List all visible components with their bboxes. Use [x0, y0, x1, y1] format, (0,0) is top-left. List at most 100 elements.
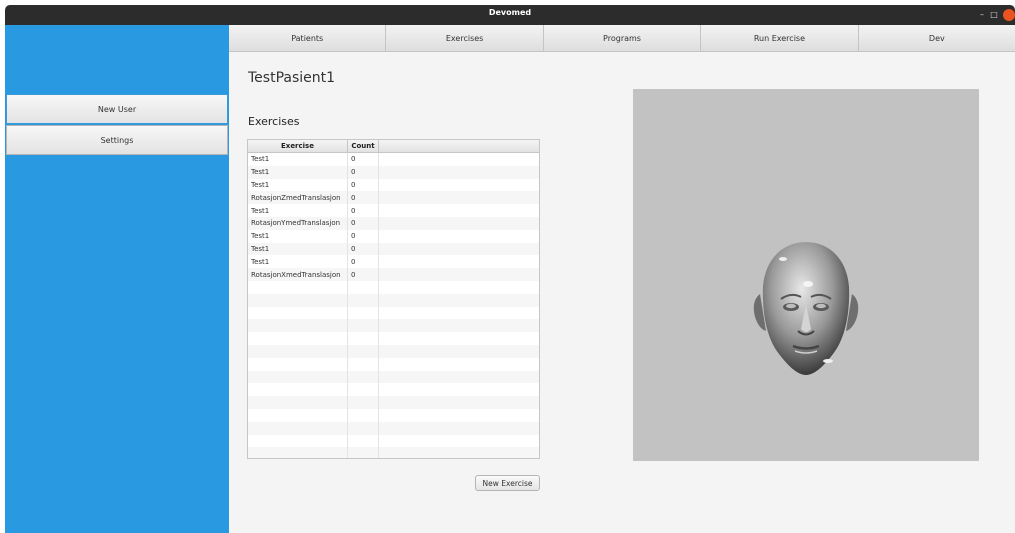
- count-cell: [348, 408, 379, 422]
- exercise-cell: [248, 306, 348, 320]
- exercise-cell: RotasjonYmedTranslasjon: [248, 216, 348, 230]
- table-row[interactable]: RotasjonYmedTranslasjon 0: [248, 216, 539, 230]
- table-row[interactable]: RotasjonZmedTranslasjon 0: [248, 191, 539, 205]
- count-cell: [348, 434, 379, 448]
- table-row[interactable]: [248, 447, 539, 458]
- maximize-icon[interactable]: □: [988, 9, 1000, 21]
- count-cell: 0: [348, 178, 379, 192]
- main-nav: Patients Exercises Programs Run Exercise…: [229, 25, 1015, 52]
- table-row[interactable]: Test1 0: [248, 165, 539, 179]
- head-model-icon: [753, 242, 859, 375]
- filler-cell: [379, 396, 539, 409]
- filler-cell: [379, 230, 539, 243]
- count-cell: 0: [348, 255, 379, 269]
- exercise-cell: Test1: [248, 242, 348, 256]
- table-row[interactable]: [248, 421, 539, 435]
- exercise-cell: Test1: [248, 178, 348, 192]
- exercise-cell: [248, 332, 348, 345]
- tab-patients[interactable]: Patients: [229, 25, 387, 51]
- count-cell: [348, 383, 379, 397]
- exercise-cell: [248, 319, 348, 333]
- new-exercise-button[interactable]: New Exercise: [475, 475, 540, 491]
- exercise-cell: [248, 293, 348, 307]
- filler-cell: [379, 307, 539, 320]
- table-row[interactable]: [248, 396, 539, 409]
- tab-run-exercise[interactable]: Run Exercise: [701, 25, 859, 51]
- filler-cell: [379, 153, 539, 166]
- exercises-table[interactable]: Exercise Count Test1 0 Test1 0 Test1 0 Rotasjo…: [247, 139, 540, 459]
- count-cell: [348, 306, 379, 320]
- filler-cell: [379, 281, 539, 294]
- window-title: Devomed: [488, 8, 532, 17]
- filler-cell: [379, 268, 539, 281]
- count-cell: [348, 280, 379, 294]
- exercise-cell: RotasjonXmedTranslasjon: [248, 268, 348, 281]
- count-cell: [348, 344, 379, 358]
- table-row[interactable]: [248, 319, 539, 333]
- table-row[interactable]: [248, 408, 539, 422]
- table-row[interactable]: [248, 332, 539, 345]
- filler-cell: [379, 435, 539, 448]
- 3d-viewer[interactable]: [633, 89, 979, 461]
- table-row[interactable]: [248, 293, 539, 307]
- filler-cell: [379, 447, 539, 458]
- table-row[interactable]: Test1 0: [248, 242, 539, 256]
- exercises-heading: Exercises: [248, 115, 300, 128]
- exercise-cell: [248, 280, 348, 294]
- table-row[interactable]: [248, 306, 539, 320]
- count-cell: 0: [348, 229, 379, 243]
- filler-cell: [379, 409, 539, 422]
- count-cell: 0: [348, 216, 379, 230]
- filler-cell: [379, 243, 539, 256]
- tab-exercises[interactable]: Exercises: [386, 25, 544, 51]
- close-icon[interactable]: [1003, 9, 1015, 21]
- filler-cell: [379, 166, 539, 179]
- exercise-cell: [248, 434, 348, 448]
- table-row[interactable]: RotasjonXmedTranslasjon 0: [248, 268, 539, 281]
- minimize-icon[interactable]: –: [976, 9, 988, 21]
- table-row[interactable]: [248, 344, 539, 358]
- count-cell: [348, 421, 379, 435]
- exercise-cell: [248, 357, 348, 371]
- table-row[interactable]: [248, 383, 539, 397]
- table-row[interactable]: Test1 0: [248, 178, 539, 192]
- table-row[interactable]: [248, 357, 539, 371]
- sidebar: New User Settings: [5, 25, 229, 533]
- filler-cell: [379, 255, 539, 268]
- count-cell: 0: [348, 191, 379, 205]
- filler-cell: [379, 179, 539, 192]
- table-row[interactable]: Test1 0: [248, 153, 539, 166]
- count-cell: [348, 370, 379, 384]
- filler-cell: [379, 217, 539, 230]
- exercise-cell: [248, 447, 348, 458]
- column-header-exercise[interactable]: Exercise: [248, 140, 348, 152]
- new-user-button[interactable]: New User: [6, 94, 228, 124]
- table-row[interactable]: Test1 0: [248, 229, 539, 243]
- table-row[interactable]: Test1 0: [248, 255, 539, 269]
- tab-programs[interactable]: Programs: [544, 25, 702, 51]
- column-header-count[interactable]: Count: [348, 140, 379, 152]
- count-cell: [348, 332, 379, 345]
- count-cell: 0: [348, 153, 379, 166]
- table-row[interactable]: [248, 370, 539, 384]
- filler-cell: [379, 422, 539, 435]
- title-bar[interactable]: Devomed – □: [5, 5, 1015, 25]
- exercise-cell: [248, 344, 348, 358]
- column-header-filler: [379, 140, 539, 152]
- exercise-cell: [248, 396, 348, 409]
- exercise-cell: [248, 383, 348, 397]
- filler-cell: [379, 191, 539, 204]
- count-cell: [348, 319, 379, 333]
- table-row[interactable]: Test1 0: [248, 204, 539, 217]
- table-row[interactable]: [248, 434, 539, 448]
- table-row[interactable]: [248, 280, 539, 294]
- filler-cell: [379, 294, 539, 307]
- filler-cell: [379, 319, 539, 332]
- exercise-cell: Test1: [248, 255, 348, 269]
- count-cell: 0: [348, 268, 379, 281]
- table-body: Test1 0 Test1 0 Test1 0 RotasjonZmedTranslasjo…: [248, 153, 539, 458]
- exercise-cell: Test1: [248, 153, 348, 166]
- exercise-cell: Test1: [248, 165, 348, 179]
- tab-dev[interactable]: Dev: [859, 25, 1015, 51]
- settings-button[interactable]: Settings: [6, 125, 228, 155]
